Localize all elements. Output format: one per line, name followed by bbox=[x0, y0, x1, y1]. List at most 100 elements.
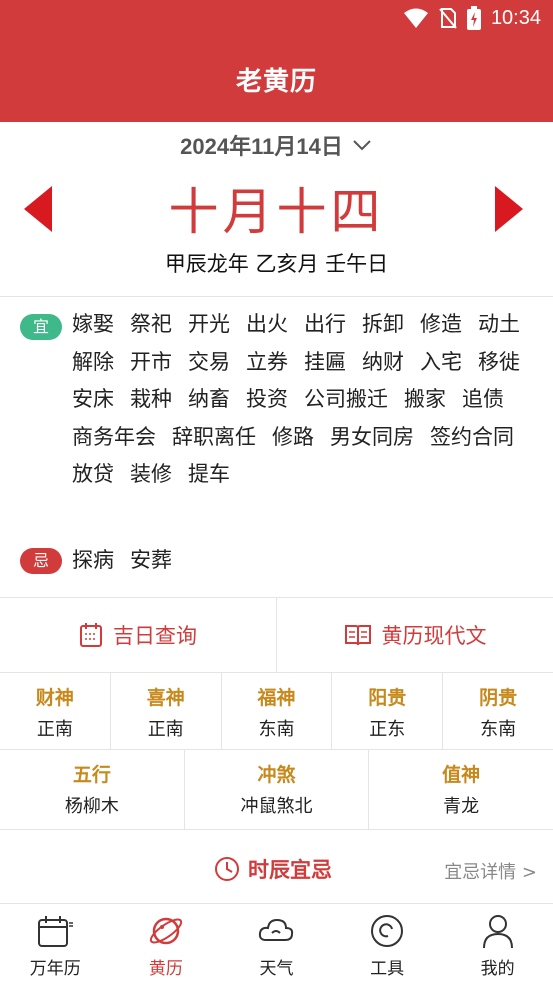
yi-activity: 纳畜 bbox=[188, 387, 230, 411]
yi-activity: 搬家 bbox=[404, 387, 446, 411]
god-cell-yin-noble: 阴贵 东南 bbox=[442, 673, 553, 749]
lucky-day-query-button[interactable]: 吉日查询 bbox=[0, 598, 276, 672]
app-header: 老黄历 bbox=[0, 36, 553, 122]
prev-day-arrow-icon[interactable] bbox=[20, 186, 60, 232]
yi-activity: 修路 bbox=[272, 424, 314, 449]
wifi-icon bbox=[403, 8, 428, 28]
info-value: 冲鼠煞北 bbox=[240, 796, 313, 817]
tab-tools[interactable]: 工具 bbox=[332, 904, 443, 983]
tab-label: 天气 bbox=[259, 959, 294, 979]
yi-activity: 交易 bbox=[188, 349, 230, 374]
yi-activity: 移徙 bbox=[478, 349, 520, 374]
tab-label: 我的 bbox=[480, 959, 515, 979]
lucky-day-query-label: 吉日查询 bbox=[113, 624, 197, 648]
hours-detail-link[interactable]: 宜忌详情 > bbox=[444, 858, 537, 884]
yi-activity: 签约合同 bbox=[430, 424, 514, 449]
god-cell-wealth: 财神 正南 bbox=[0, 673, 110, 749]
god-title: 喜神 bbox=[146, 687, 185, 709]
god-cell-fortune: 福神 东南 bbox=[220, 673, 332, 749]
cloud-icon bbox=[259, 918, 294, 941]
yi-activity: 立券 bbox=[246, 349, 288, 374]
ji-activity: 探病 bbox=[72, 548, 114, 572]
ji-badge: 忌 bbox=[20, 548, 62, 574]
yi-activity: 商务年会 bbox=[72, 424, 156, 449]
tab-label: 工具 bbox=[370, 959, 405, 979]
ji-activity: 安葬 bbox=[130, 548, 172, 572]
selected-date[interactable]: 2024年11月14日 bbox=[180, 129, 343, 161]
yi-activity: 入宅 bbox=[420, 349, 462, 374]
tab-weather[interactable]: 天气 bbox=[221, 904, 332, 983]
yi-activity: 嫁娶 bbox=[72, 312, 114, 336]
god-title: 财神 bbox=[35, 687, 74, 709]
yi-activity: 安床 bbox=[72, 387, 114, 411]
info-value: 青龙 bbox=[443, 796, 480, 817]
god-title: 福神 bbox=[257, 687, 296, 709]
info-title: 五行 bbox=[72, 764, 111, 786]
tab-calendar[interactable]: 万年历 bbox=[0, 904, 111, 983]
yi-activity: 男女同房 bbox=[330, 424, 414, 449]
god-value: 东南 bbox=[480, 719, 517, 740]
yi-activity: 放贷 bbox=[72, 462, 114, 486]
yi-activity: 挂匾 bbox=[304, 349, 346, 374]
calendar-icon bbox=[38, 916, 74, 947]
god-title: 阳贵 bbox=[368, 687, 407, 709]
gods-row: 财神 正南 喜神 正南 福神 东南 阳贵 正东 阴贵 东南 bbox=[0, 673, 553, 750]
yi-activity: 公司搬迁 bbox=[304, 387, 388, 411]
modern-text-label: 黄历现代文 bbox=[381, 624, 487, 648]
yi-activity: 投资 bbox=[246, 387, 288, 411]
info-cell-duty-god: 值神 青龙 bbox=[368, 750, 553, 829]
yi-activity: 装修 bbox=[130, 462, 172, 486]
tab-mine[interactable]: 我的 bbox=[442, 904, 553, 983]
bottom-tab-bar: 万年历 黄历 天气 工具 我的 bbox=[0, 903, 553, 983]
ji-activity-list: 探病 安葬 bbox=[72, 542, 542, 580]
god-cell-joy: 喜神 正南 bbox=[109, 673, 221, 749]
modern-text-button[interactable]: 黄历现代文 bbox=[276, 598, 553, 672]
hours-title-label: 时辰宜忌 bbox=[248, 858, 332, 882]
yi-activity: 解除 bbox=[72, 349, 114, 374]
god-cell-yang-noble: 阳贵 正东 bbox=[331, 673, 442, 749]
yi-activity: 出火 bbox=[246, 312, 288, 336]
yi-badge: 宜 bbox=[20, 314, 62, 340]
lunar-date: 十月十四 bbox=[168, 183, 385, 241]
tab-label: 万年历 bbox=[29, 959, 81, 979]
ganzhi-text: 甲辰龙年 乙亥月 壬午日 bbox=[164, 252, 389, 276]
god-title: 阴贵 bbox=[479, 687, 518, 709]
status-bar: 10:34 bbox=[0, 0, 553, 36]
info-row: 五行 杨柳木 冲煞 冲鼠煞北 值神 青龙 bbox=[0, 750, 553, 830]
yi-activity: 开光 bbox=[188, 312, 230, 336]
date-selector[interactable]: 2024年11月14日 bbox=[0, 128, 553, 162]
book-icon bbox=[344, 625, 371, 646]
chevron-down-icon[interactable] bbox=[351, 134, 373, 156]
tool-icon bbox=[371, 915, 404, 947]
yi-activity: 修造 bbox=[420, 312, 462, 336]
info-title: 冲煞 bbox=[257, 764, 296, 786]
god-value: 正南 bbox=[36, 719, 73, 740]
no-sim-icon bbox=[439, 8, 457, 29]
planet-icon bbox=[149, 917, 183, 945]
yi-activity: 拆卸 bbox=[362, 312, 404, 336]
clock-icon bbox=[215, 857, 239, 881]
app-title: 老黄历 bbox=[235, 66, 317, 97]
links-row: 吉日查询 黄历现代文 bbox=[0, 597, 553, 673]
yi-activity: 动土 bbox=[478, 312, 520, 336]
status-icons: 10:34 bbox=[403, 6, 541, 30]
tab-almanac[interactable]: 黄历 bbox=[111, 904, 222, 983]
hours-row[interactable]: 时辰宜忌 宜忌详情 > bbox=[0, 836, 553, 902]
info-value: 杨柳木 bbox=[64, 796, 119, 817]
info-cell-clash: 冲煞 冲鼠煞北 bbox=[183, 750, 369, 829]
calendar-icon bbox=[80, 623, 102, 647]
info-cell-five-elements: 五行 杨柳木 bbox=[0, 750, 184, 829]
user-icon bbox=[482, 915, 513, 949]
yi-activity: 辞职离任 bbox=[172, 424, 256, 449]
yi-activity: 出行 bbox=[304, 312, 346, 336]
next-day-arrow-icon[interactable] bbox=[489, 186, 529, 232]
god-value: 东南 bbox=[258, 719, 295, 740]
yi-activity: 栽种 bbox=[130, 387, 172, 411]
yi-activity: 提车 bbox=[188, 462, 230, 486]
hours-title: 时辰宜忌 bbox=[214, 854, 332, 884]
god-value: 正南 bbox=[147, 719, 184, 740]
god-value: 正东 bbox=[369, 719, 406, 740]
lunar-row: 十月十四 bbox=[0, 172, 553, 242]
yi-activity: 纳财 bbox=[362, 349, 404, 374]
yi-activity: 祭祀 bbox=[130, 312, 172, 336]
